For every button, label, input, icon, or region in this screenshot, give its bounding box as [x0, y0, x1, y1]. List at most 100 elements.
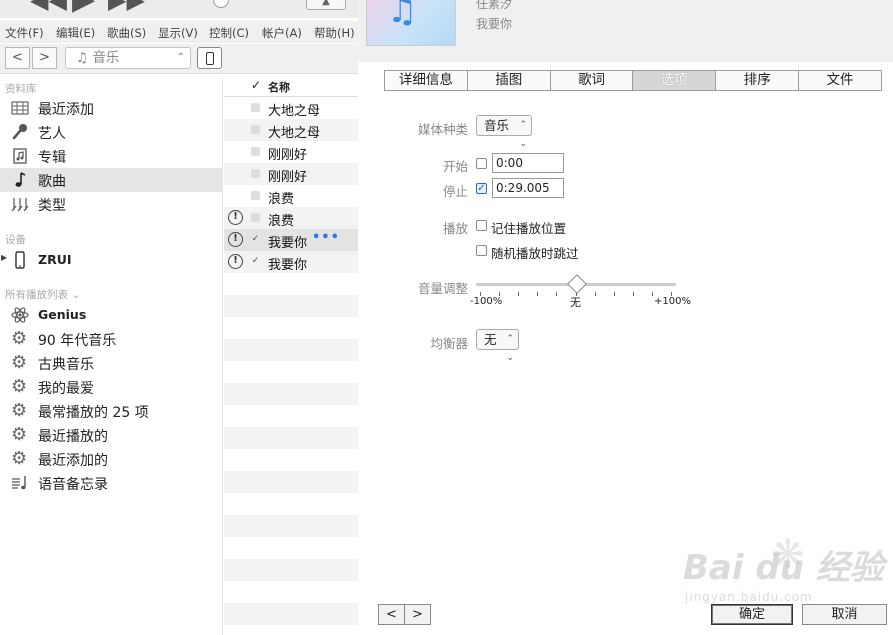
playlists-header[interactable]: 所有播放列表 ⌄ [5, 287, 80, 302]
disclosure-triangle-icon[interactable]: ▶ [1, 253, 7, 262]
row-checkbox[interactable] [251, 125, 260, 134]
table-row[interactable]: 大地之母 [224, 119, 358, 141]
playback-label: 播放 [442, 221, 468, 236]
sidebar-item-classical[interactable]: ⚙ 古典音乐 [0, 351, 223, 375]
empty-row [224, 559, 358, 581]
sidebar-item-top-25[interactable]: ⚙ 最常播放的 25 项 [0, 399, 223, 423]
more-options-icon[interactable]: ••• [312, 230, 340, 245]
skip-shuffle-checkbox[interactable] [476, 245, 487, 256]
row-checkbox[interactable] [251, 103, 260, 112]
stop-checkbox[interactable]: ✓ [476, 183, 487, 194]
menu-control[interactable]: 控制(C) [209, 25, 249, 41]
tab-lyrics[interactable]: 歌词 [551, 71, 634, 90]
table-row[interactable]: ! ✓ 我要你 [224, 251, 358, 273]
cancel-button[interactable]: 取消 [802, 604, 887, 625]
volume-mid-label: 无 [570, 296, 581, 309]
start-label: 开始 [442, 159, 468, 174]
sidebar-item-recently-added[interactable]: 最近添加 [0, 96, 223, 120]
sidebar-item-songs[interactable]: 歌曲 [0, 168, 223, 192]
tab-options[interactable]: 选项 [633, 71, 717, 90]
tab-details[interactable]: 详细信息 [385, 71, 468, 90]
menu-help[interactable]: 帮助(H) [314, 25, 355, 41]
table-row[interactable]: 刚刚好 [224, 163, 358, 185]
stop-time-field[interactable]: 0:29.005 [492, 178, 564, 198]
row-checkbox[interactable]: ✓ [251, 235, 260, 244]
slider-tick [518, 292, 519, 296]
tab-file[interactable]: 文件 [799, 71, 881, 90]
empty-row [224, 471, 358, 493]
table-row[interactable]: ! ✓ 我要你 ••• [224, 229, 358, 251]
sidebar-item-label: 古典音乐 [38, 357, 94, 373]
rewind-icon[interactable]: ◀◀ [30, 0, 67, 14]
sidebar-item-voice-memos[interactable]: 语音备忘录 [0, 471, 223, 495]
volume-adjust-knob[interactable] [567, 274, 587, 294]
start-time-field[interactable]: 0:00 [492, 153, 564, 173]
sidebar-item-label: 最近添加的 [38, 453, 108, 469]
equalizer-value: 无 [484, 332, 497, 347]
sidebar-item-genius[interactable]: Genius [0, 303, 223, 327]
table-row[interactable]: 大地之母 [224, 97, 358, 119]
list-header: ✓ 名称 [224, 75, 358, 97]
menu-edit[interactable]: 编辑(E) [56, 25, 95, 41]
fast-forward-icon[interactable]: ▶▶ [108, 0, 145, 14]
volume-adjust-label: 音量调整 [417, 281, 468, 296]
menu-file[interactable]: 文件(F) [5, 25, 44, 41]
next-song-button[interactable]: > [404, 604, 431, 625]
sidebar-item-recently-played[interactable]: ⚙ 最近播放的 [0, 423, 223, 447]
sidebar-item-artists[interactable]: 艺人 [0, 120, 223, 144]
volume-max-label: +100% [654, 296, 691, 307]
device-button[interactable] [197, 47, 222, 69]
table-row[interactable]: ! 浪费 [224, 207, 358, 229]
play-icon[interactable]: ▶ [72, 0, 95, 17]
tab-artwork[interactable]: 插图 [468, 71, 551, 90]
sidebar-item-genres[interactable]: 类型 [0, 192, 223, 216]
sidebar-item-label: 我的最爱 [38, 381, 94, 397]
media-kind-select[interactable]: ♫ 音乐 ⌃⌄ [65, 47, 191, 83]
microphone-icon [12, 124, 27, 140]
menu-account[interactable]: 帐户(A) [262, 25, 302, 41]
sidebar-item-recently-added-playlist[interactable]: ⚙ 最近添加的 [0, 447, 223, 471]
baidu-watermark: Bai du 经验 ❋ jingyan.baidu.com [683, 532, 893, 610]
sidebar-item-label: 艺人 [38, 126, 66, 142]
row-checkbox[interactable]: ✓ [251, 257, 260, 266]
previous-song-button[interactable]: < [378, 604, 405, 625]
forward-button[interactable]: > [32, 47, 57, 69]
empty-row [224, 383, 358, 405]
warning-icon[interactable]: ! [228, 210, 243, 225]
genre-icon [11, 198, 29, 212]
menu-song[interactable]: 歌曲(S) [107, 25, 146, 41]
media-kind-popup[interactable]: 音乐 ⌃ ⌄ [476, 115, 532, 149]
column-header-check[interactable]: ✓ [251, 78, 261, 92]
row-checkbox[interactable] [251, 147, 260, 156]
slider-tick [537, 292, 538, 296]
menu-view[interactable]: 显示(V) [158, 25, 198, 41]
sidebar-item-albums[interactable]: 专辑 [0, 144, 223, 168]
table-row[interactable]: 刚刚好 [224, 141, 358, 163]
song-info-dialog: ♫ 任素汐 我要你 详细信息 插图 歌词 选项 排序 文件 媒体种类 音乐 ⌃ ⌄… [358, 0, 893, 635]
row-checkbox[interactable] [251, 213, 260, 222]
table-row[interactable]: 浪费 [224, 185, 358, 207]
column-header-name[interactable]: 名称 [268, 79, 290, 95]
row-checkbox[interactable] [251, 191, 260, 200]
start-checkbox[interactable] [476, 158, 487, 169]
chevron-right-icon: > [39, 50, 50, 65]
airplay-button[interactable]: ▲ [306, 0, 346, 10]
ok-button[interactable]: 确定 [711, 604, 793, 625]
iphone-icon [206, 52, 214, 65]
row-checkbox[interactable] [251, 169, 260, 178]
sidebar-item-device[interactable]: ▶ ZRUI [0, 248, 223, 272]
gear-icon: ⚙ [11, 376, 28, 397]
gear-icon: ⚙ [11, 448, 28, 469]
back-button[interactable]: < [5, 47, 30, 69]
tab-sorting[interactable]: 排序 [716, 71, 800, 90]
sidebar-item-90s-music[interactable]: ⚙ 90 年代音乐 [0, 327, 223, 351]
warning-icon[interactable]: ! [228, 232, 243, 247]
sidebar-item-favorites[interactable]: ⚙ 我的最爱 [0, 375, 223, 399]
updown-arrows-icon: ⌃⌄ [506, 334, 514, 363]
remember-position-checkbox[interactable] [476, 220, 487, 231]
equalizer-popup[interactable]: 无 ⌃ ⌄ [476, 329, 519, 363]
volume-knob[interactable] [213, 0, 229, 8]
gear-icon: ⚙ [11, 400, 28, 421]
song-title: 我要你 [476, 17, 513, 31]
warning-icon[interactable]: ! [228, 254, 243, 269]
